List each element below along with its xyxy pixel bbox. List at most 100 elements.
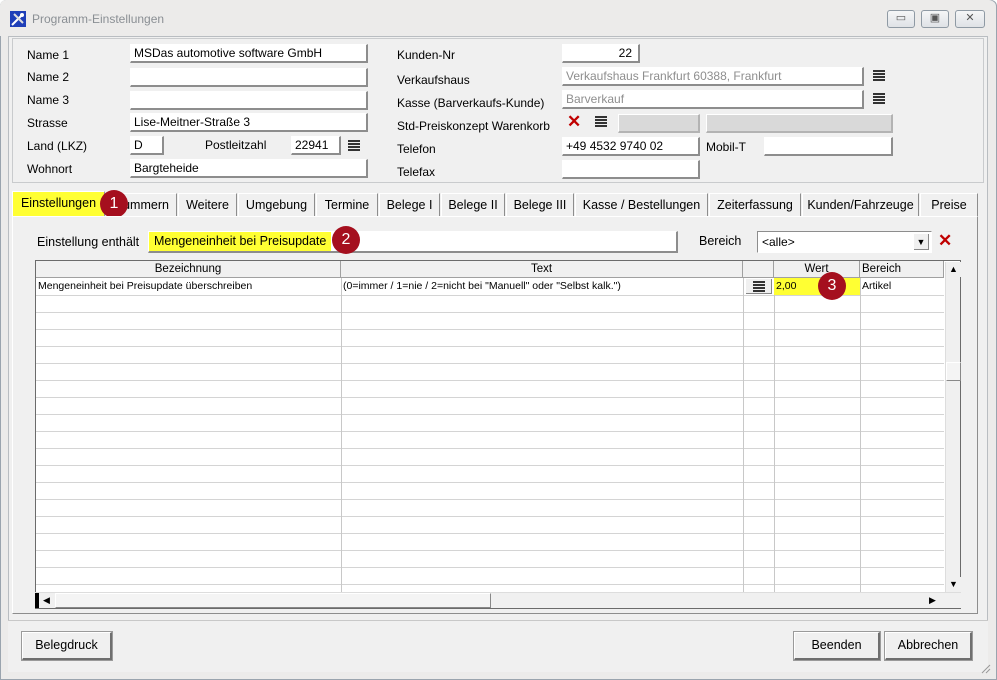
plz-label: Postleitzahl	[205, 138, 267, 152]
preiskonzept-field	[618, 114, 700, 133]
column-header-wert[interactable]: Wert	[774, 261, 860, 278]
plz-field[interactable]: 22941	[291, 136, 341, 155]
tab-zeiterfassung[interactable]: Zeiterfassung	[709, 193, 801, 217]
telefon-field[interactable]: +49 4532 9740 02	[562, 137, 700, 156]
grid-row-line	[36, 397, 944, 398]
annotation-badge-3: 3	[818, 272, 846, 300]
table-row[interactable]: Mengeneinheit bei Preisupdate überschrei…	[36, 278, 944, 295]
abbrechen-button[interactable]: Abbrechen	[884, 631, 973, 661]
telefax-field[interactable]	[562, 160, 700, 179]
kasse-label: Kasse (Barverkaufs-Kunde)	[397, 96, 545, 110]
kundennr-label: Kunden-Nr	[397, 48, 456, 62]
strasse-label: Strasse	[27, 116, 68, 130]
mobil-label: Mobil-T	[706, 140, 747, 154]
grid-row-line	[36, 295, 944, 296]
row-bezeichnung: Mengeneinheit bei Preisupdate überschrei…	[38, 280, 253, 292]
preiskonzept-name-field	[706, 114, 893, 133]
grid-row-line	[36, 567, 944, 568]
tab-belege-3[interactable]: Belege III	[506, 193, 574, 217]
minimize-button[interactable]: ▭	[887, 10, 915, 28]
kasse-lookup-icon[interactable]	[873, 93, 885, 105]
clear-preiskonzept-icon[interactable]: ✕	[567, 113, 581, 130]
title-bar[interactable]: Programm-Einstellungen ▭ ▣ ✕	[0, 0, 995, 36]
tab-umgebung[interactable]: Umgebung	[238, 193, 315, 217]
tab-termine[interactable]: Termine	[316, 193, 378, 217]
tab-kasse-bestellungen[interactable]: Kasse / Bestellungen	[575, 193, 708, 217]
kundennr-field[interactable]: 22	[562, 44, 640, 63]
belegdruck-button[interactable]: Belegdruck	[21, 631, 113, 661]
grid-row-line	[36, 312, 944, 313]
name1-field[interactable]: MSDas automotive software GmbH	[130, 44, 368, 63]
scroll-up-icon[interactable]: ▲	[946, 262, 961, 277]
grid-row-line	[36, 448, 944, 449]
annotation-badge-1: 1	[100, 190, 128, 218]
wohnort-label: Wohnort	[27, 162, 73, 176]
close-window-button[interactable]: ✕	[955, 10, 985, 28]
chevron-down-icon[interactable]: ▼	[914, 234, 929, 250]
mobil-field[interactable]	[764, 137, 893, 156]
row-text: (0=immer / 1=nie / 2=nicht bei "Manuell"…	[343, 280, 621, 292]
verkaufshaus-lookup-icon[interactable]	[873, 70, 885, 82]
grid-row-line	[36, 584, 944, 585]
scroll-left-icon[interactable]: ◀	[39, 593, 54, 608]
name2-label: Name 2	[27, 70, 70, 84]
tab-belege-2[interactable]: Belege II	[441, 193, 505, 217]
clear-filter-icon[interactable]: ✕	[938, 232, 952, 249]
vertical-scroll-thumb[interactable]	[946, 362, 961, 381]
filter-input[interactable]: Mengeneinheit bei Preisupdate	[148, 231, 678, 253]
row-wert[interactable]: 2,00	[774, 278, 860, 295]
tab-preise[interactable]: Preise	[920, 193, 978, 217]
verkaufshaus-label: Verkaufshaus	[397, 73, 470, 87]
land-field[interactable]: D	[130, 136, 164, 155]
preiskonzept-label: Std-Preiskonzept Warenkorb	[397, 119, 550, 133]
grid-row-line	[36, 516, 944, 517]
grid-row-line	[36, 499, 944, 500]
bereich-select[interactable]: <alle> ▼	[757, 231, 932, 253]
grid-row-line	[36, 550, 944, 551]
grid-row-line	[36, 465, 944, 466]
name2-field[interactable]	[130, 68, 368, 87]
telefon-label: Telefon	[397, 142, 436, 156]
maximize-button[interactable]: ▣	[921, 10, 949, 28]
tab-weitere[interactable]: Weitere	[178, 193, 237, 217]
vertical-scrollbar[interactable]: ▲ ▼	[945, 262, 961, 592]
plz-lookup-icon[interactable]	[348, 140, 360, 152]
window-title: Programm-Einstellungen	[32, 12, 165, 26]
column-header-bereich[interactable]: Bereich	[860, 261, 944, 278]
grid-row-line	[36, 431, 944, 432]
tab-strip: Einstellungen Nummern Weitere Umgebung T…	[12, 191, 978, 217]
tab-kunden-fahrzeuge[interactable]: Kunden/Fahrzeuge	[802, 193, 919, 217]
wohnort-field[interactable]: Bargteheide	[130, 159, 368, 178]
filter-input-value: Mengeneinheit bei Preisupdate	[149, 232, 332, 251]
tab-einstellungen[interactable]: Einstellungen	[12, 191, 105, 217]
scroll-down-icon[interactable]: ▼	[946, 577, 961, 592]
grid-column-line	[860, 278, 861, 592]
grid-row-line	[36, 363, 944, 364]
row-bereich: Artikel	[862, 280, 892, 292]
minimize-icon: ▭	[895, 12, 907, 24]
verkaufshaus-field[interactable]: Verkaufshaus Frankfurt 60388, Frankfurt	[562, 67, 864, 86]
strasse-field[interactable]: Lise-Meitner-Straße 3	[130, 113, 368, 132]
scroll-right-icon[interactable]: ▶	[925, 593, 940, 608]
column-header-bezeichnung[interactable]: Bezeichnung	[36, 261, 341, 278]
tab-belege-1[interactable]: Belege I	[379, 193, 440, 217]
grid-column-line	[743, 278, 744, 592]
resize-grip-icon[interactable]	[981, 663, 991, 674]
name3-field[interactable]	[130, 91, 368, 110]
grid-row-line	[36, 533, 944, 534]
annotation-badge-2: 2	[332, 226, 360, 254]
kasse-field[interactable]: Barverkauf	[562, 90, 864, 109]
grid-row-line	[36, 414, 944, 415]
row-lookup-button[interactable]	[746, 279, 772, 294]
horizontal-scroll-thumb[interactable]	[55, 593, 491, 608]
row-lookup-icon	[753, 281, 765, 293]
column-header-text[interactable]: Text	[341, 261, 743, 278]
preiskonzept-lookup-icon[interactable]	[595, 116, 607, 128]
app-tools-icon	[10, 11, 26, 27]
grid-row-line	[36, 346, 944, 347]
beenden-button[interactable]: Beenden	[793, 631, 881, 661]
grid-row-line	[36, 482, 944, 483]
close-icon: ✕	[965, 12, 975, 24]
grid-row-line	[36, 380, 944, 381]
horizontal-scrollbar[interactable]: ◀ ▶	[35, 592, 961, 608]
